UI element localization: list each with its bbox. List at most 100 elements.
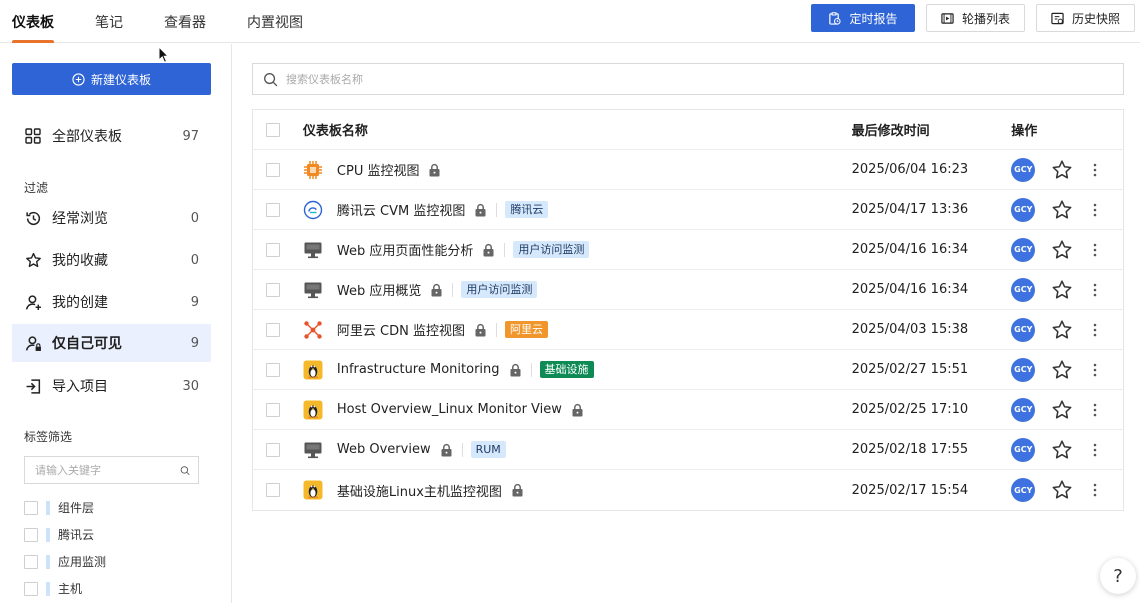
table-row[interactable]: Host Overview_Linux Monitor View 2025/02… — [253, 390, 1123, 430]
tag-separator — [495, 322, 497, 337]
more-options-icon[interactable] — [1093, 282, 1097, 298]
more-options-icon[interactable] — [1093, 442, 1097, 458]
dashboard-name-link[interactable]: Host Overview_Linux Monitor View — [337, 402, 562, 417]
row-checkbox[interactable] — [266, 282, 280, 297]
lock-icon — [511, 483, 524, 497]
column-header-time[interactable]: 最后修改时间 — [852, 120, 1012, 139]
dashboard-name-link[interactable]: 基础设施Linux主机监控视图 — [337, 481, 502, 500]
column-header-name[interactable]: 仪表板名称 — [303, 120, 852, 139]
more-options-icon[interactable] — [1093, 202, 1097, 218]
sidebar-item-all[interactable]: 全部仪表板 97 — [12, 117, 211, 155]
tag-separator — [452, 282, 454, 297]
row-checkbox[interactable] — [266, 402, 280, 417]
table-row[interactable]: Web Overview RUM 2025/02/18 17:55 GCY — [253, 430, 1123, 470]
favorite-star-icon[interactable] — [1051, 399, 1073, 421]
more-options-icon[interactable] — [1093, 242, 1097, 258]
sidebar-item-favorites[interactable]: 我的收藏 0 — [12, 241, 211, 279]
dashboard-name-link[interactable]: Web 应用页面性能分析 — [337, 240, 473, 259]
row-tag[interactable]: 用户访问监测 — [461, 281, 538, 298]
tag-filter-item[interactable]: 应用监测 — [24, 553, 106, 570]
sidebar-item-count: 0 — [190, 252, 199, 268]
dashboard-name-link[interactable]: Infrastructure Monitoring — [337, 362, 500, 377]
tag-checkbox[interactable] — [24, 581, 38, 596]
tag-filter-item[interactable]: 组件层 — [24, 499, 94, 516]
row-checkbox[interactable] — [266, 483, 280, 497]
tag-filter-item[interactable]: 腾讯云 — [24, 526, 94, 543]
table-row[interactable]: Web 应用概览 用户访问监测 2025/04/16 16:34 GCY — [253, 270, 1123, 310]
row-tag[interactable]: 阿里云 — [504, 321, 548, 338]
select-all-checkbox[interactable] — [266, 122, 280, 137]
owner-avatar: GCY — [1011, 397, 1036, 422]
dashboard-name-link[interactable]: Web 应用概览 — [337, 280, 421, 299]
sidebar-item-count: 0 — [190, 210, 199, 226]
table-row[interactable]: 基础设施Linux主机监控视图 2025/02/17 15:54 GCY — [253, 470, 1123, 510]
tag-label: 主机 — [58, 582, 83, 596]
table-row[interactable]: 阿里云 CDN 监控视图 阿里云 2025/04/03 15:38 GCY — [253, 310, 1123, 350]
dashboard-name-link[interactable]: CPU 监控视图 — [337, 160, 420, 179]
tag-checkbox[interactable] — [24, 500, 38, 515]
lock-icon — [428, 163, 441, 177]
row-checkbox[interactable] — [266, 322, 280, 337]
row-tag[interactable]: 腾讯云 — [505, 201, 549, 218]
favorite-star-icon[interactable] — [1051, 199, 1073, 221]
modified-time: 2025/04/16 16:34 — [851, 282, 969, 297]
more-options-icon[interactable] — [1093, 322, 1097, 338]
row-checkbox[interactable] — [266, 162, 280, 177]
favorite-star-icon[interactable] — [1051, 479, 1073, 501]
favorite-star-icon[interactable] — [1051, 279, 1073, 301]
clipboard-clock-icon — [829, 11, 842, 25]
sidebar-item-imported[interactable]: 导入项目 30 — [12, 367, 211, 405]
row-tag[interactable]: 基础设施 — [539, 361, 594, 378]
search-icon[interactable] — [180, 463, 190, 478]
dashboard-name-link[interactable]: 阿里云 CDN 监控视图 — [337, 320, 465, 339]
sidebar-item-created[interactable]: 我的创建 9 — [12, 283, 211, 321]
history-snapshot-button[interactable]: 历史快照 — [1035, 4, 1135, 32]
dashboard-table: 仪表板名称 最后修改时间 操作 CPU 监控视图 2025/06/04 16:2… — [252, 109, 1124, 511]
tag-filter-item[interactable]: 主机 — [24, 580, 82, 597]
snapshot-icon — [1051, 12, 1064, 24]
sidebar-item-frequent[interactable]: 经常浏览 0 — [12, 199, 211, 237]
table-row[interactable]: Infrastructure Monitoring 基础设施 2025/02/2… — [253, 350, 1123, 390]
help-label: ? — [1113, 565, 1123, 587]
favorite-star-icon[interactable] — [1051, 359, 1073, 381]
tag-checkbox[interactable] — [24, 554, 38, 569]
dashboard-name-link[interactable]: 腾讯云 CVM 监控视图 — [337, 200, 465, 219]
row-tag[interactable]: 用户访问监测 — [513, 241, 590, 258]
sidebar-item-private[interactable]: 仅自己可见 9 — [12, 324, 211, 362]
modified-time: 2025/04/03 15:38 — [851, 322, 969, 337]
more-options-icon[interactable] — [1093, 162, 1097, 178]
table-row[interactable]: 腾讯云 CVM 监控视图 腾讯云 2025/04/17 13:36 GCY — [253, 190, 1123, 230]
favorite-star-icon[interactable] — [1051, 319, 1073, 341]
row-checkbox[interactable] — [266, 442, 280, 457]
table-row[interactable]: Web 应用页面性能分析 用户访问监测 2025/04/16 16:34 GCY — [253, 230, 1123, 270]
favorite-star-icon[interactable] — [1051, 159, 1073, 181]
new-dashboard-button[interactable]: 新建仪表板 — [12, 63, 211, 95]
favorite-star-icon[interactable] — [1051, 239, 1073, 261]
tag-checkbox[interactable] — [24, 527, 38, 542]
help-button[interactable]: ? — [1100, 558, 1136, 594]
scheduled-report-button[interactable]: 定时报告 — [810, 4, 915, 32]
row-checkbox[interactable] — [266, 242, 280, 257]
tab-dashboard[interactable]: 仪表板 — [12, 0, 54, 43]
dashboard-search-input[interactable] — [286, 72, 1113, 86]
sidebar-item-label: 全部仪表板 — [52, 129, 122, 145]
tab-builtin-views[interactable]: 内置视图 — [247, 0, 303, 43]
row-checkbox[interactable] — [266, 362, 280, 377]
more-options-icon[interactable] — [1093, 362, 1097, 378]
history-icon — [24, 209, 42, 227]
dashboard-name-link[interactable]: Web Overview — [337, 442, 431, 457]
tab-notes[interactable]: 笔记 — [95, 0, 123, 43]
favorite-star-icon[interactable] — [1051, 439, 1073, 461]
more-options-icon[interactable] — [1093, 402, 1097, 418]
sidebar-item-count: 30 — [182, 378, 199, 394]
star-outline-icon — [24, 251, 42, 269]
sidebar-item-count: 9 — [190, 335, 199, 351]
tag-search-input[interactable] — [35, 463, 180, 477]
table-row[interactable]: CPU 监控视图 2025/06/04 16:23 GCY — [253, 150, 1123, 190]
carousel-list-button[interactable]: 轮播列表 — [925, 4, 1025, 32]
row-checkbox[interactable] — [266, 202, 280, 217]
tab-viewer[interactable]: 查看器 — [164, 0, 206, 43]
row-tag[interactable]: RUM — [470, 441, 506, 458]
more-options-icon[interactable] — [1093, 482, 1097, 498]
tag-separator — [496, 202, 498, 217]
